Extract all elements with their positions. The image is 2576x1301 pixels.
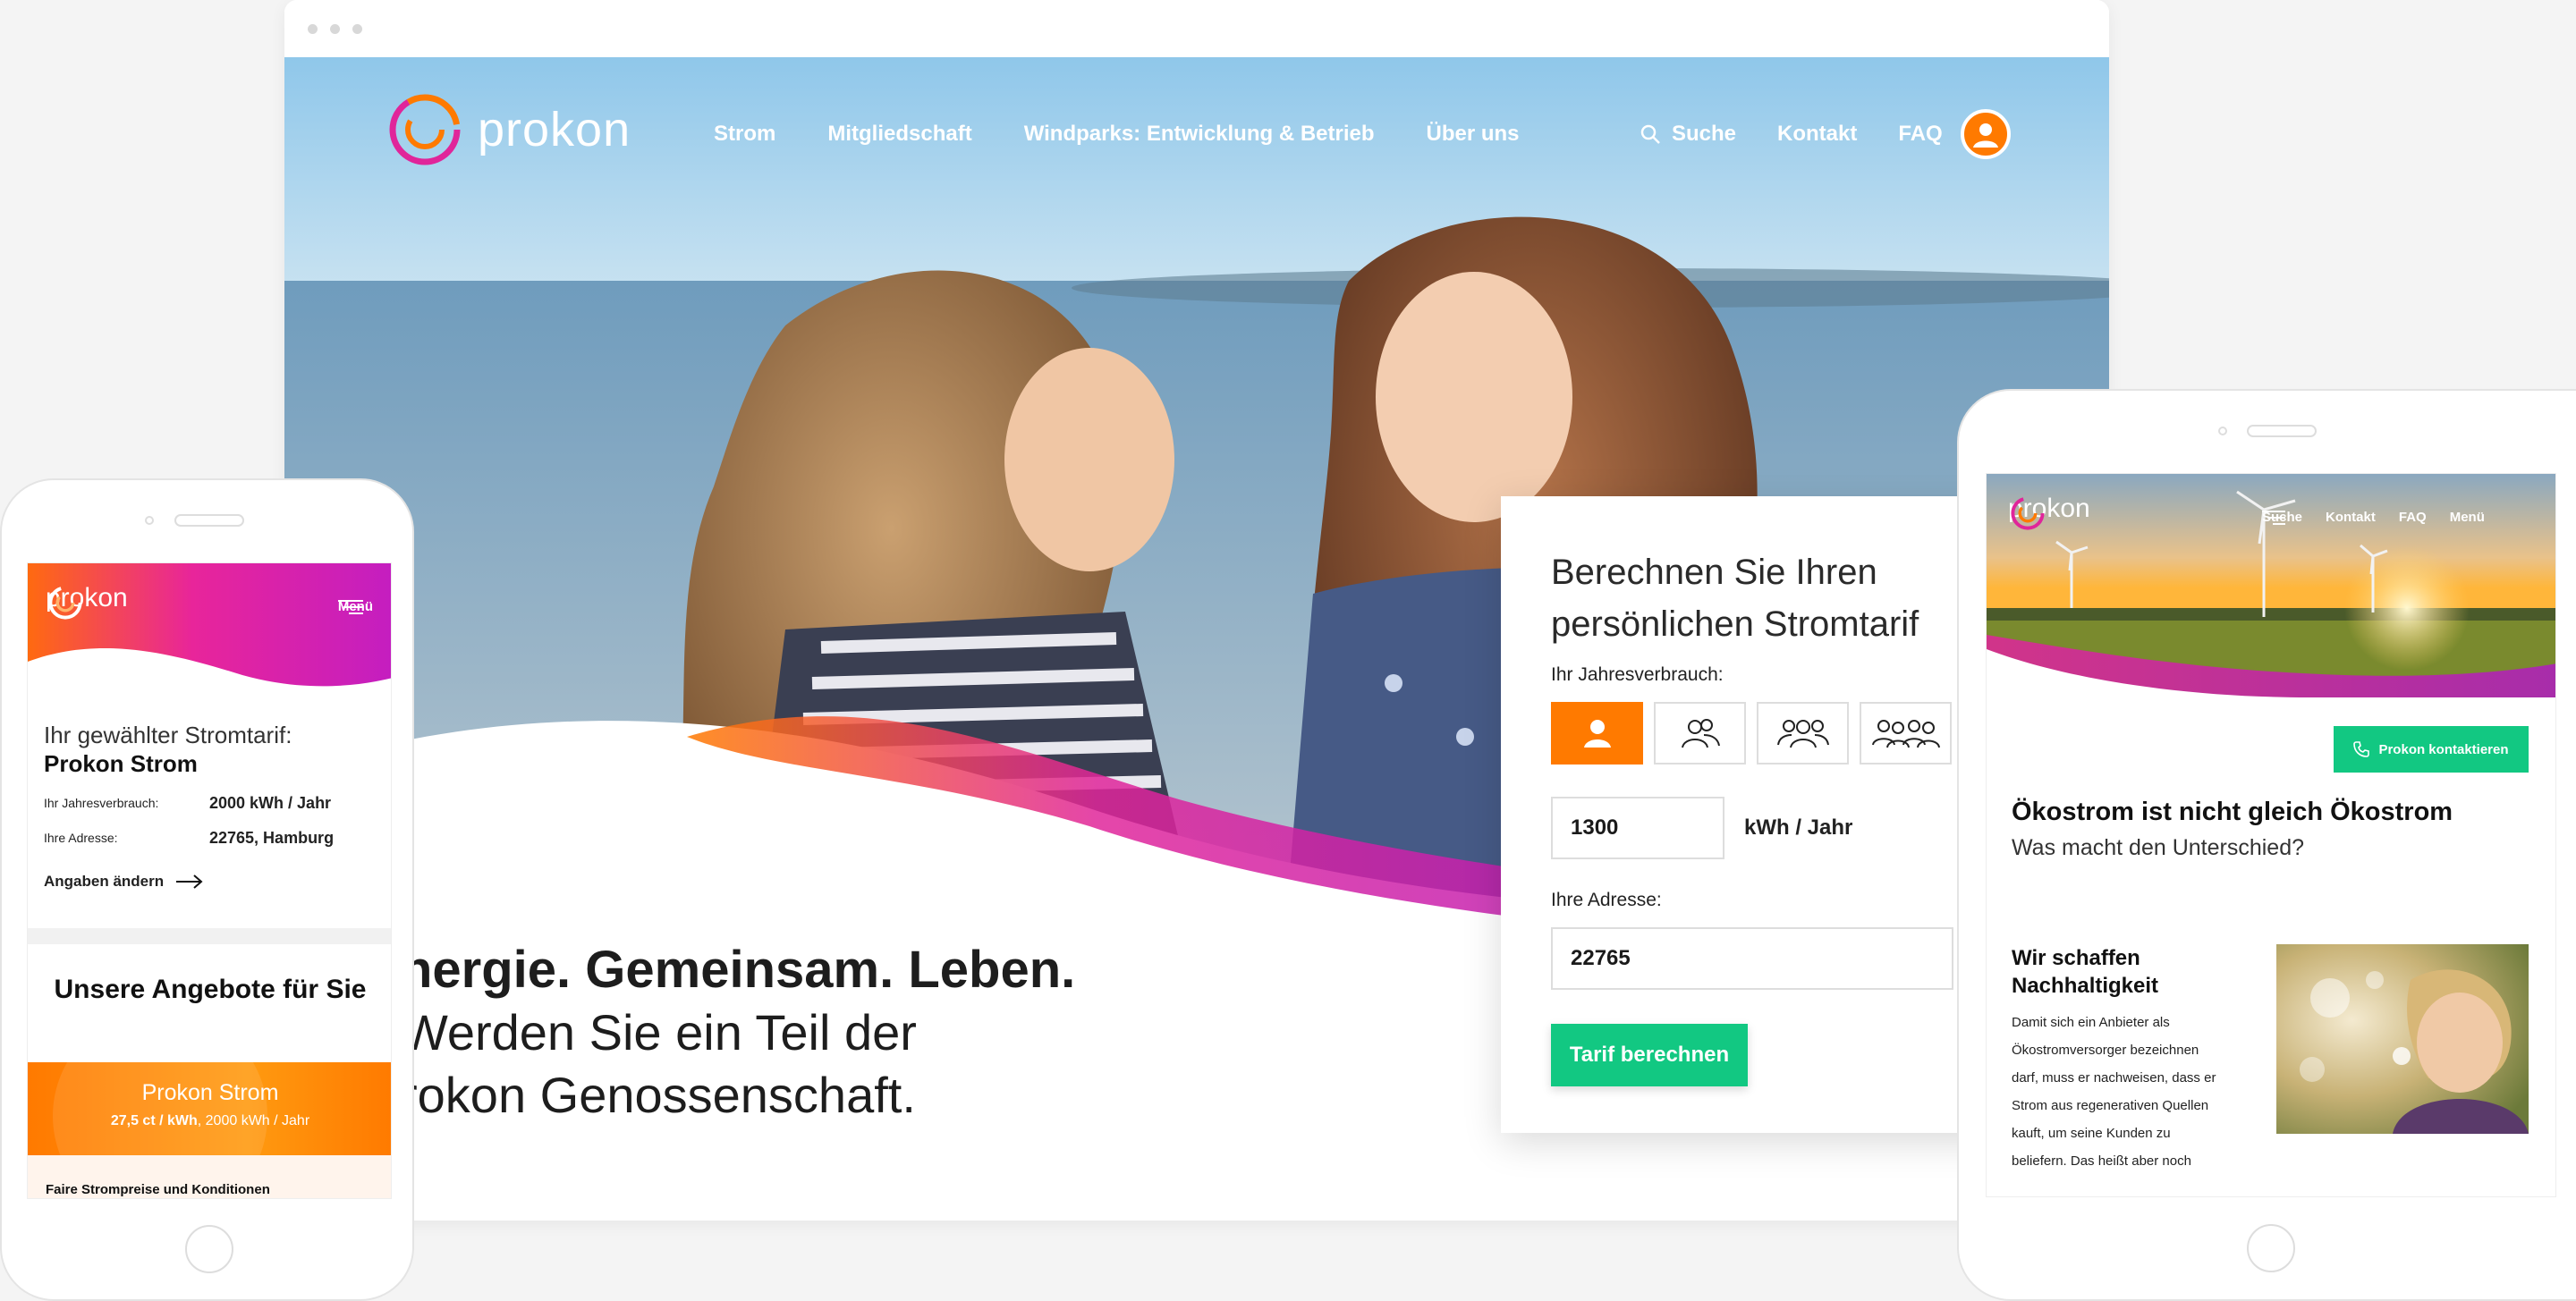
tablet-nav-faq[interactable]: FAQ: [2399, 510, 2427, 525]
nav-item-strom[interactable]: Strom: [714, 122, 775, 147]
tablet-nav: Suche Kontakt FAQ Menü: [2262, 510, 2485, 525]
three-persons-icon: [1776, 720, 1829, 748]
tablet-screen: prokon Suche Kontakt FAQ Menü Prokon kon…: [1986, 473, 2556, 1197]
tariff-row-address: Ihre Adresse: 22765, Hamburg: [44, 829, 384, 848]
change-details-label: Angaben ändern: [44, 873, 165, 890]
phone-prokon-logo[interactable]: prokon: [46, 583, 128, 620]
tablet-nav-kontakt[interactable]: Kontakt: [2326, 510, 2376, 525]
nav-item-windparks[interactable]: Windparks: Entwicklung & Betrieb: [1024, 122, 1375, 147]
row-value: 22765, Hamburg: [209, 829, 335, 847]
secondary-nav: Suche Kontakt FAQ: [1640, 122, 1943, 147]
calculator-title-line2: persönlichen Stromtarif: [1551, 604, 1919, 644]
two-persons-icon: [1681, 719, 1720, 748]
household-4-persons-button[interactable]: [1860, 702, 1952, 765]
tablet-speaker: [2247, 425, 2317, 437]
search-link[interactable]: Suche: [1640, 122, 1736, 147]
selected-tariff-summary: Ihr gewählter Stromtarif: Prokon Strom I…: [44, 721, 384, 891]
arrow-right-icon: [176, 874, 203, 889]
tablet-heading: Ökostrom ist nicht gleich Ökostrom: [2012, 798, 2453, 826]
offer-title: Prokon Strom: [141, 1080, 279, 1105]
address-input[interactable]: 22765: [1551, 927, 1953, 990]
household-size-selector: [1551, 702, 1952, 765]
consumption-label: Ihr Jahresverbrauch:: [1551, 664, 1724, 685]
contact-button-label: Prokon kontaktieren: [2378, 741, 2509, 757]
account-button[interactable]: [1961, 109, 2011, 159]
contact-prokon-button[interactable]: Prokon kontaktieren: [2334, 726, 2529, 773]
four-persons-icon: [1871, 720, 1940, 748]
phone-screen: prokon Menü Ihr gewählter Stromtarif: Pr…: [27, 562, 392, 1199]
phone-device: prokon Menü Ihr gewählter Stromtarif: Pr…: [0, 478, 414, 1301]
headline-bold: nergie. Gemeinsam. Leben.: [401, 941, 1076, 999]
tablet-hero-image: prokon Suche Kontakt FAQ Menü: [1987, 474, 2555, 697]
tariff-row-consumption: Ihr Jahresverbrauch: 2000 kWh / Jahr: [44, 794, 384, 813]
sustainability-body: Damit sich ein Anbieter als Ökostromvers…: [2012, 1015, 2216, 1169]
tablet-prokon-logo[interactable]: prokon: [2008, 494, 2090, 530]
headline-line3: rokon Genossenschaft.: [401, 1067, 916, 1123]
main-navigation: prokon Strom Mitgliedschaft Windparks: E…: [284, 57, 2109, 209]
window-dot[interactable]: [308, 23, 318, 34]
household-1-person-button[interactable]: [1551, 702, 1643, 765]
child-dandelion-image: [2276, 944, 2529, 1134]
tablet-subheading: Was macht den Unterschied?: [2012, 835, 2305, 860]
phone-speaker: [174, 514, 244, 527]
brand-wordmark: prokon: [478, 103, 631, 156]
calculate-tariff-button[interactable]: Tarif berechnen: [1551, 1024, 1748, 1086]
prokon-logo-icon: [48, 586, 82, 620]
tariff-heading: Ihr gewählter Stromtarif:: [44, 722, 292, 748]
window-dot[interactable]: [352, 23, 362, 34]
nav-item-kontakt[interactable]: Kontakt: [1777, 122, 1857, 147]
phone-camera: [145, 516, 154, 525]
fair-pricing-label: Faire Strompreise und Konditionen: [28, 1155, 391, 1198]
household-2-persons-button[interactable]: [1654, 702, 1746, 765]
consumption-unit: kWh / Jahr: [1744, 815, 1853, 840]
offer-detail: , 2000 kWh / Jahr: [197, 1113, 310, 1128]
phone-header: prokon Menü: [28, 563, 391, 706]
hamburger-icon: [337, 600, 363, 614]
row-value: 2000 kWh / Jahr: [209, 794, 332, 812]
offer-details: 27,5 ct / kWh, 2000 kWh / Jahr: [28, 1113, 391, 1129]
tablet-nav-menu[interactable]: Menü: [2450, 510, 2485, 525]
phone-home-button[interactable]: [185, 1225, 233, 1273]
consumption-row: 1300 kWh / Jahr: [1551, 797, 1952, 859]
person-icon: [1583, 720, 1611, 748]
address-label: Ihre Adresse:: [1551, 890, 1662, 910]
consumption-input[interactable]: 1300: [1551, 797, 1724, 859]
browser-titlebar: [284, 0, 2109, 57]
phone-menu-button[interactable]: Menü: [337, 599, 373, 614]
child-dandelion-illustration: [2276, 944, 2529, 1134]
nav-item-ueber-uns[interactable]: Über uns: [1427, 122, 1520, 147]
hamburger-icon[interactable]: [2262, 510, 2285, 526]
offer-card-prokon-strom[interactable]: Prokon Strom 27,5 ct / kWh, 2000 kWh / J…: [28, 1062, 391, 1155]
tablet-device: prokon Suche Kontakt FAQ Menü Prokon kon…: [1957, 389, 2576, 1301]
section-divider: [28, 928, 391, 944]
tablet-camera: [2218, 427, 2227, 435]
prokon-logo-icon: [2011, 496, 2045, 530]
calculator-title: Berechnen Sie Ihren persönlichen Stromta…: [1551, 546, 1952, 650]
change-details-link[interactable]: Angaben ändern: [44, 873, 384, 891]
tariff-name: Prokon Strom: [44, 750, 198, 777]
prokon-logo[interactable]: prokon: [385, 89, 631, 170]
tariff-calculator-card: Berechnen Sie Ihren persönlichen Stromta…: [1501, 496, 2002, 1133]
search-label: Suche: [1672, 122, 1737, 146]
sustainability-title: Wir schaffen Nachhaltigkeit: [2012, 946, 2159, 998]
search-icon: [1640, 124, 1660, 144]
prokon-logo-icon: [389, 94, 461, 165]
offer-price: 27,5 ct / kWh: [110, 1113, 198, 1128]
nav-item-mitgliedschaft[interactable]: Mitgliedschaft: [827, 122, 971, 147]
row-key: Ihr Jahresverbrauch:: [44, 796, 159, 810]
row-key: Ihre Adresse:: [44, 831, 118, 845]
primary-nav: Strom Mitgliedschaft Windparks: Entwickl…: [714, 122, 1520, 147]
headline-line2: Werden Sie ein Teil der: [401, 1004, 917, 1060]
offer-card-decoration: [53, 1062, 267, 1155]
hero-headline: nergie. Gemeinsam. Leben. Werden Sie ein…: [401, 939, 1206, 1127]
offers-heading: Unsere Angebote für Sie: [54, 975, 367, 1004]
user-icon: [1973, 123, 1998, 148]
calculator-title-line1: Berechnen Sie Ihren: [1551, 553, 1877, 592]
nav-item-faq[interactable]: FAQ: [1898, 122, 1942, 147]
tablet-home-button[interactable]: [2247, 1224, 2295, 1272]
window-dot[interactable]: [330, 23, 340, 34]
phone-icon: [2353, 741, 2370, 757]
household-3-persons-button[interactable]: [1757, 702, 1849, 765]
